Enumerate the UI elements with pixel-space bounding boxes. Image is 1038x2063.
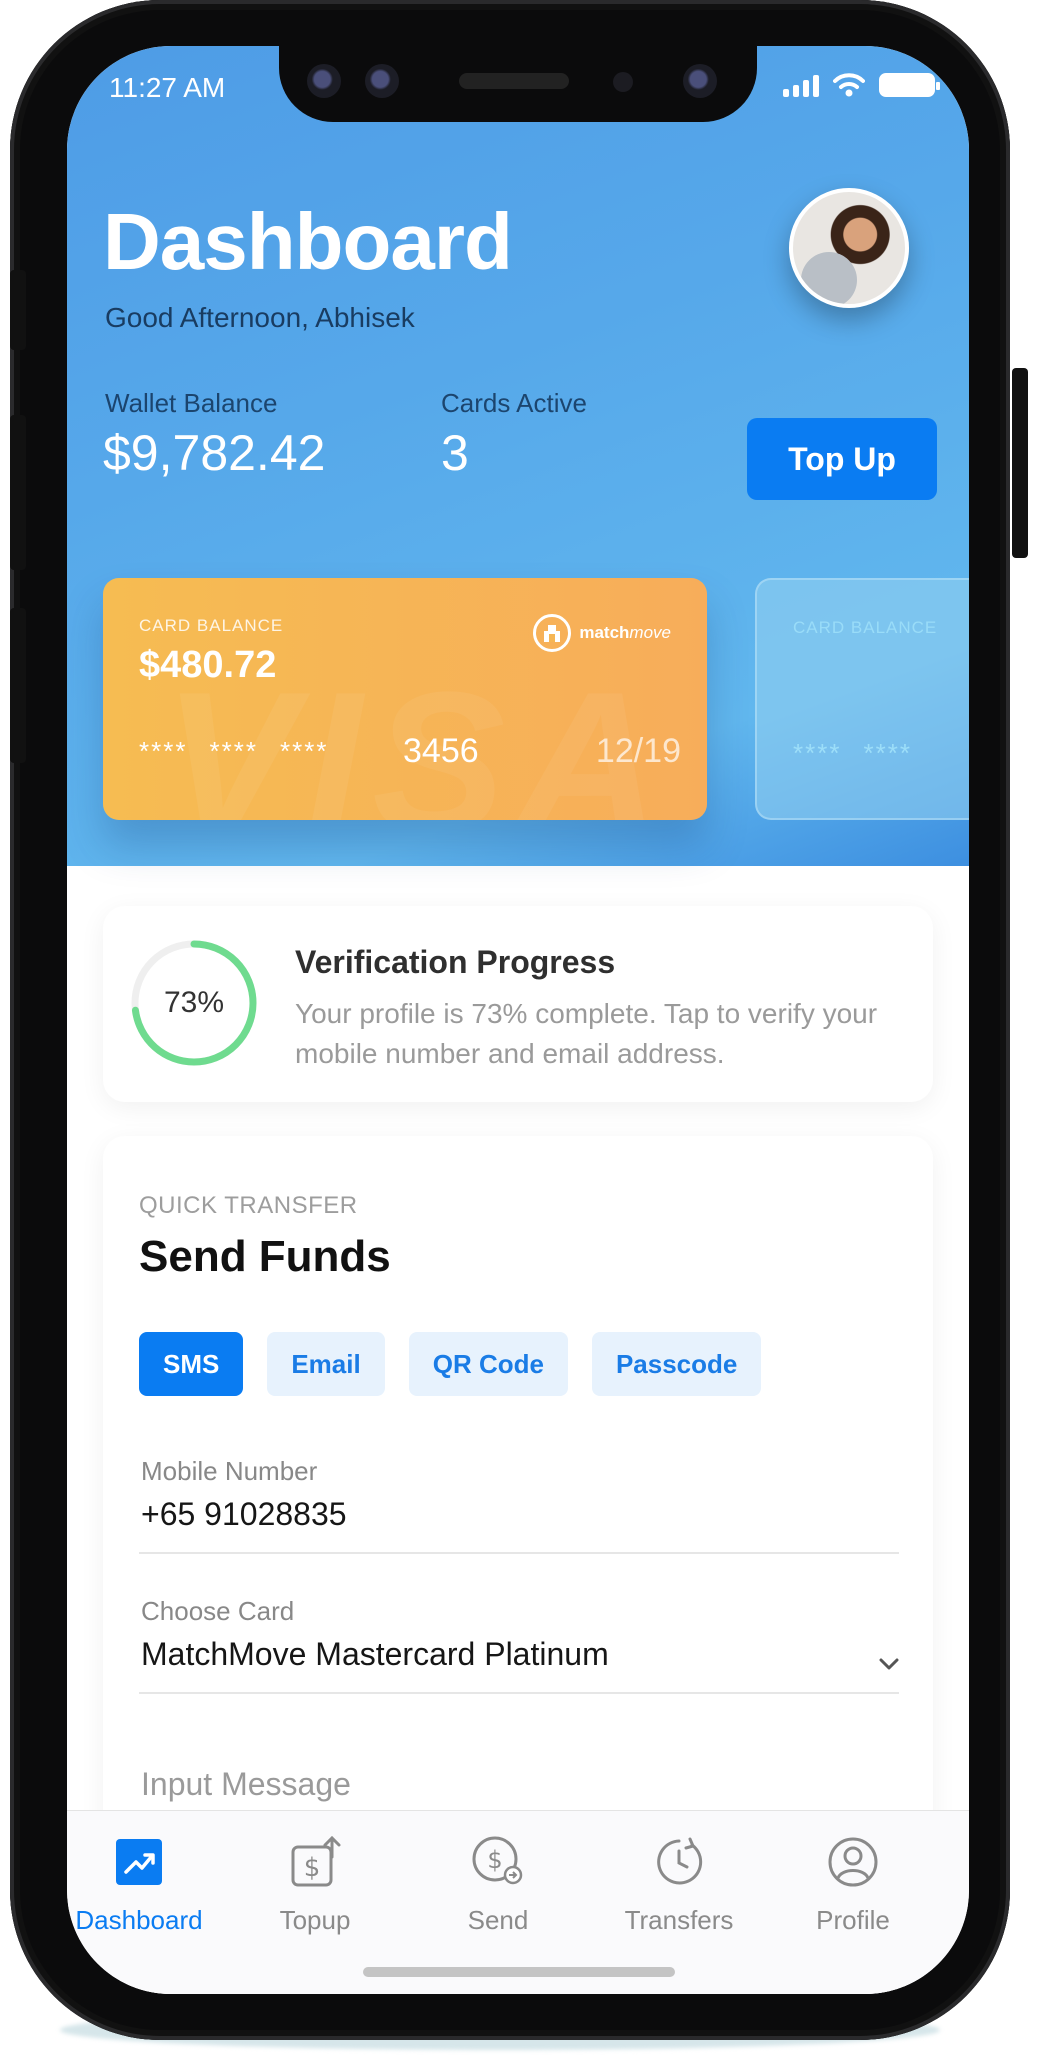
wallet-balance-value: $9,782.42 bbox=[103, 425, 326, 481]
battery-icon bbox=[879, 73, 940, 97]
section-title: Send Funds bbox=[139, 1232, 391, 1281]
matchmove-logo-icon bbox=[533, 614, 572, 652]
tab-label: Transfers bbox=[624, 1905, 734, 1935]
verification-title: Verification Progress bbox=[295, 944, 616, 980]
method-qr-code-button[interactable]: QR Code bbox=[408, 1332, 568, 1396]
card-number-mask: **** bbox=[793, 738, 842, 768]
transfer-method-tabs: SMS Email QR Code Passcode bbox=[139, 1332, 762, 1396]
speaker-grill bbox=[459, 73, 569, 89]
top-up-button[interactable]: Top Up bbox=[747, 418, 937, 500]
payment-card-next[interactable]: CARD BALANCE **** **** bbox=[755, 578, 969, 820]
tab-bar: Dashboard $ Topup $ Send Transfers Profi… bbox=[67, 1810, 969, 1994]
front-camera-icon bbox=[683, 64, 717, 98]
choose-card-select[interactable]: MatchMove Mastercard Platinum bbox=[141, 1636, 609, 1673]
page-title: Dashboard bbox=[103, 197, 513, 286]
user-icon bbox=[826, 1835, 880, 1889]
card-number-mask: **** bbox=[139, 736, 188, 766]
card-number-mask: **** bbox=[863, 738, 912, 768]
tab-label: Profile bbox=[816, 1905, 890, 1935]
mute-switch bbox=[10, 270, 26, 350]
dashboard-header: 11:27 AM Dashboard Good Afternoon, Abhis… bbox=[67, 46, 969, 866]
card-balance-label: CARD BALANCE bbox=[793, 618, 938, 637]
chevron-down-icon[interactable] bbox=[875, 1650, 903, 1678]
cards-active-value: 3 bbox=[441, 425, 469, 481]
status-icons bbox=[783, 72, 940, 98]
card-number-mask: **** bbox=[279, 736, 329, 766]
tab-send[interactable]: $ Send bbox=[418, 1835, 578, 1936]
power-button bbox=[1012, 368, 1028, 558]
verification-description: Your profile is 73% complete. Tap to ver… bbox=[295, 998, 878, 1069]
section-eyebrow: QUICK TRANSFER bbox=[139, 1192, 358, 1219]
trending-up-icon bbox=[112, 1835, 166, 1889]
method-sms-button[interactable]: SMS bbox=[139, 1332, 244, 1396]
camera-icon bbox=[307, 64, 341, 98]
avatar[interactable] bbox=[789, 188, 909, 308]
volume-up-button bbox=[10, 415, 26, 570]
status-time: 11:27 AM bbox=[109, 72, 226, 103]
progress-percent: 73% bbox=[163, 986, 225, 1019]
choose-card-label: Choose Card bbox=[141, 1596, 295, 1626]
notch bbox=[279, 46, 757, 122]
mobile-number-field[interactable]: +65 91028835 bbox=[141, 1496, 347, 1533]
card-balance-label: CARD BALANCE bbox=[139, 616, 284, 635]
cards-active-label: Cards Active bbox=[441, 388, 587, 418]
issuer-name-part2: move bbox=[629, 623, 671, 642]
tab-label: Send bbox=[467, 1905, 529, 1935]
method-email-button[interactable]: Email bbox=[267, 1332, 385, 1396]
issuer-logo: matchmove bbox=[533, 614, 671, 652]
send-money-icon: $ bbox=[471, 1835, 525, 1889]
tab-profile[interactable]: Profile bbox=[773, 1835, 933, 1936]
tab-dashboard[interactable]: Dashboard bbox=[67, 1835, 219, 1936]
message-input[interactable]: Input Message bbox=[141, 1766, 351, 1803]
screen: 11:27 AM Dashboard Good Afternoon, Abhis… bbox=[67, 46, 969, 1994]
card-number-masks: **** **** bbox=[793, 738, 912, 769]
phone-frame: 11:27 AM Dashboard Good Afternoon, Abhis… bbox=[10, 0, 1028, 2040]
sensor-icon bbox=[365, 64, 399, 98]
wallet-topup-icon: $ bbox=[288, 1835, 342, 1889]
card-balance-value: $480.72 bbox=[139, 644, 277, 686]
card-number-mask: **** bbox=[209, 736, 258, 766]
mobile-number-label: Mobile Number bbox=[141, 1456, 318, 1486]
svg-text:$: $ bbox=[304, 1853, 321, 1883]
greeting-text: Good Afternoon, Abhisek bbox=[105, 302, 415, 333]
history-icon bbox=[652, 1835, 706, 1889]
home-indicator[interactable] bbox=[363, 1967, 675, 1977]
tab-topup[interactable]: $ Topup bbox=[235, 1835, 395, 1936]
divider bbox=[139, 1692, 899, 1694]
volume-down-button bbox=[10, 608, 26, 763]
card-expiry: 12/19 bbox=[595, 732, 681, 770]
card-last-four: 3456 bbox=[403, 732, 479, 770]
tab-transfers[interactable]: Transfers bbox=[599, 1835, 759, 1936]
wifi-icon bbox=[833, 73, 865, 97]
divider bbox=[139, 1552, 899, 1554]
payment-card[interactable]: VISA CARD BALANCE $480.72 matchmove ****… bbox=[103, 578, 707, 820]
proximity-sensor bbox=[613, 72, 633, 92]
tab-label: Dashboard bbox=[75, 1905, 203, 1935]
svg-text:$: $ bbox=[487, 1846, 502, 1874]
card-number-masks: **** **** **** bbox=[139, 736, 328, 767]
issuer-name: matchmove bbox=[579, 623, 671, 643]
signal-icon bbox=[783, 73, 819, 97]
wallet-balance-label: Wallet Balance bbox=[105, 388, 278, 418]
issuer-name-part1: match bbox=[579, 623, 630, 642]
verification-progress-card[interactable]: 73% Verification Progress Your profile i… bbox=[103, 906, 933, 1102]
method-passcode-button[interactable]: Passcode bbox=[591, 1332, 762, 1396]
tab-label: Topup bbox=[279, 1905, 351, 1935]
